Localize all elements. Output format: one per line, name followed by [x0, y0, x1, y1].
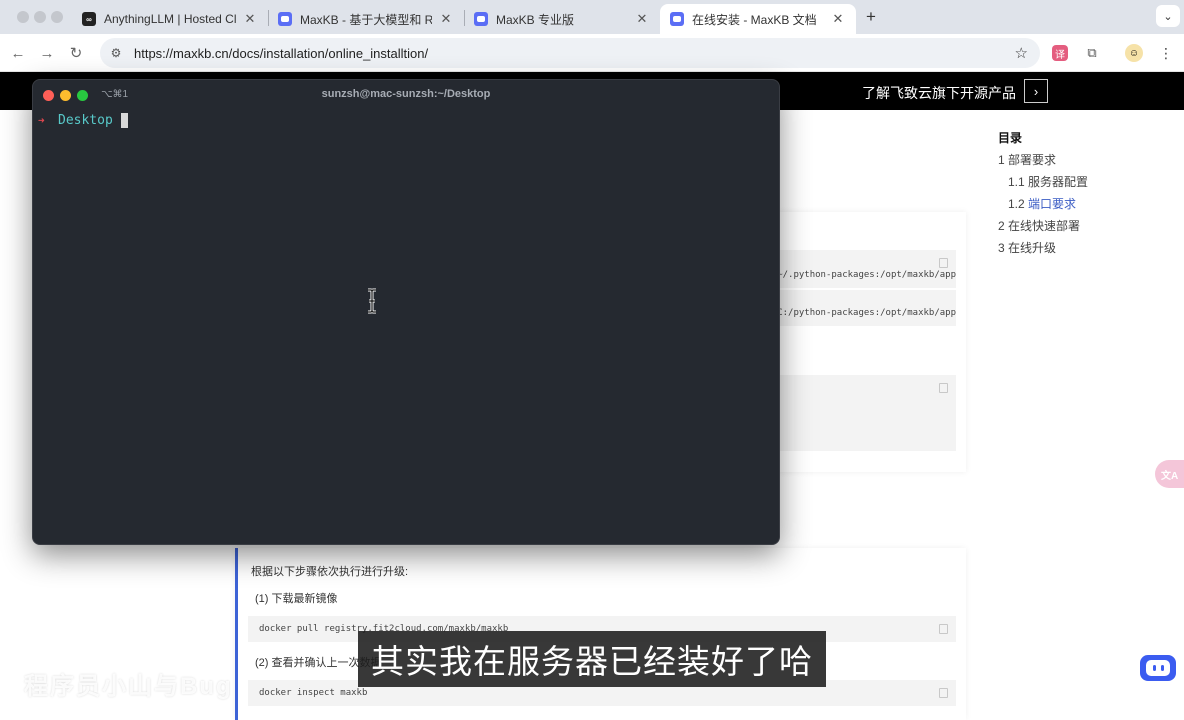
window-zoom-button[interactable]: [51, 11, 63, 23]
tab-maxkb-pro[interactable]: MaxKB 专业版 ✕: [464, 4, 660, 34]
tab-close-icon[interactable]: ✕: [634, 11, 650, 27]
tab-maxkb-home[interactable]: MaxKB - 基于大模型和 RAG 的 ✕: [268, 4, 464, 34]
floating-translate-icon[interactable]: 文A: [1155, 460, 1184, 488]
reload-icon[interactable]: ↻: [65, 42, 87, 64]
translate-extension-icon[interactable]: 译: [1052, 45, 1068, 61]
browser-tab-bar: ∞ AnythingLLM | Hosted Cloud ✕ MaxKB - 基…: [0, 0, 1184, 34]
prompt-arrow-icon: ➜: [38, 114, 45, 127]
header-promo-link[interactable]: 了解飞致云旗下开源产品: [862, 83, 1016, 103]
url-text[interactable]: https://maxkb.cn/docs/installation/onlin…: [134, 46, 428, 61]
toc-item-quick-deploy[interactable]: 2 在线快速部署: [998, 218, 1158, 240]
terminal-title: sunzsh@mac-sunzsh:~/Desktop: [321, 88, 491, 100]
anythingllm-favicon-icon: ∞: [82, 12, 96, 26]
tab-title: 在线安装 - MaxKB 文档: [692, 12, 817, 27]
back-arrow-icon[interactable]: ←: [7, 42, 29, 64]
ibeam-cursor-icon: [368, 288, 376, 314]
table-of-contents: 目录 1 部署要求 1.1 服务器配置 1.2 端口要求 2 在线快速部署 3 …: [998, 130, 1158, 262]
code-line: C:/python-packages:/opt/maxkb/app: [777, 308, 956, 318]
toc-item-label: 端口要求: [1028, 197, 1077, 211]
browser-toolbar: ← → ↻ ⚙ https://maxkb.cn/docs/installati…: [0, 34, 1184, 72]
tab-close-icon[interactable]: ✕: [830, 11, 846, 27]
tab-title: MaxKB 专业版: [496, 12, 575, 27]
terminal-titlebar[interactable]: ⌥⌘1 sunzsh@mac-sunzsh:~/Desktop: [33, 80, 779, 110]
bookmark-star-icon[interactable]: ☆: [1015, 44, 1028, 62]
terminal-window[interactable]: ⌥⌘1 sunzsh@mac-sunzsh:~/Desktop ➜ Deskto…: [32, 79, 780, 545]
copy-icon[interactable]: [939, 624, 948, 634]
forward-arrow-icon[interactable]: →: [36, 42, 58, 64]
terminal-prompt[interactable]: ➜ Desktop: [38, 113, 128, 128]
tab-anythingllm[interactable]: ∞ AnythingLLM | Hosted Cloud ✕: [72, 4, 268, 34]
maxkb-favicon-icon: [670, 12, 684, 26]
prompt-directory: Desktop: [58, 113, 113, 128]
toc-item-port-requirements[interactable]: 1.2 端口要求: [998, 196, 1158, 218]
code-line: docker inspect maxkb: [259, 688, 368, 698]
code-line: ~/.python-packages:/opt/maxkb/app: [777, 270, 956, 280]
browser-menu-icon[interactable]: ⋮: [1156, 43, 1176, 63]
upgrade-intro: 根据以下步骤依次执行进行升级:: [251, 566, 409, 578]
toc-item-online-upgrade[interactable]: 3 在线升级: [998, 240, 1158, 262]
extensions-puzzle-icon[interactable]: ⧉: [1082, 43, 1102, 63]
new-tab-button[interactable]: +: [862, 7, 880, 26]
site-settings-icon[interactable]: ⚙: [108, 45, 124, 61]
tab-online-install-docs[interactable]: 在线安装 - MaxKB 文档 ✕: [660, 4, 856, 34]
toc-item-server-config[interactable]: 1.1 服务器配置: [998, 174, 1158, 196]
address-bar[interactable]: ⚙ https://maxkb.cn/docs/installation/onl…: [100, 38, 1040, 68]
toc-item-number: 1.2: [1008, 197, 1025, 211]
tab-title: MaxKB - 基于大模型和 RAG 的: [300, 12, 432, 27]
window-close-button[interactable]: [17, 11, 29, 23]
toc-item-deploy-requirements[interactable]: 1 部署要求: [998, 152, 1158, 174]
maxkb-favicon-icon: [278, 12, 292, 26]
text-cursor: [120, 113, 128, 128]
tab-close-icon[interactable]: ✕: [438, 11, 454, 27]
profile-avatar[interactable]: ☺: [1125, 44, 1143, 62]
copy-icon[interactable]: [939, 258, 948, 268]
tab-title: AnythingLLM | Hosted Cloud: [104, 12, 236, 26]
window-minimize-button[interactable]: [34, 11, 46, 23]
video-watermark: 程序员小山与Bug: [24, 673, 233, 700]
maxkb-favicon-icon: [474, 12, 488, 26]
tab-close-icon[interactable]: ✕: [242, 11, 258, 27]
toc-title: 目录: [998, 131, 1023, 145]
copy-icon[interactable]: [939, 383, 948, 393]
video-subtitle: 其实我在服务器已经装好了哈: [358, 631, 826, 687]
copy-icon[interactable]: [939, 688, 948, 698]
tab-search-chevron-icon[interactable]: ⌄: [1156, 5, 1180, 27]
chevron-right-icon[interactable]: ›: [1024, 79, 1048, 103]
upgrade-step-1: (1) 下载最新镜像: [255, 593, 338, 605]
floating-chat-bot-icon[interactable]: [1140, 655, 1176, 681]
